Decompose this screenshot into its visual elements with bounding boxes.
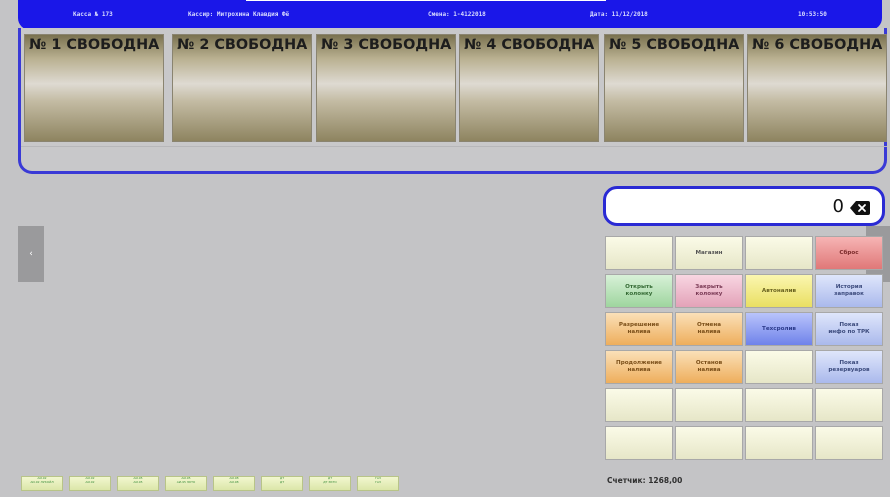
pump-1[interactable]: № 1 СВОБОДНА — [24, 34, 164, 142]
fuel-shortcut-2[interactable]: АИ-92 АИ-92 — [69, 476, 111, 491]
status-bar-highlight — [246, 0, 606, 1]
close-pump-button[interactable]: Закрыть колонку — [675, 274, 743, 308]
backspace-icon[interactable] — [850, 201, 870, 215]
pump-5[interactable]: № 5 СВОБОДНА — [604, 34, 744, 142]
fuel-shortcut-5[interactable]: АИ-98 АИ-98 — [213, 476, 255, 491]
pump-4[interactable]: № 4 СВОБОДНА — [459, 34, 599, 142]
pump-2-title: № 2 СВОБОДНА — [177, 37, 308, 53]
resume-fill-button[interactable]: Продолжение налива — [605, 350, 673, 384]
show-tanks-button[interactable]: Показ резервуаров — [815, 350, 883, 384]
amount-display[interactable]: 0 — [603, 186, 885, 226]
shift-number: Смена: 1-4122018 — [428, 11, 486, 18]
fuel-shortcut-3[interactable]: АИ-95 АИ-95 — [117, 476, 159, 491]
prev-page-button[interactable]: ‹ — [18, 226, 44, 282]
fuel-shortcut-6[interactable]: ДТ ДТ — [261, 476, 303, 491]
key-empty-3[interactable] — [745, 236, 813, 270]
pump-info-button[interactable]: Показ инфо по ТРК — [815, 312, 883, 346]
fuel-history-button[interactable]: История заправок — [815, 274, 883, 308]
fuel-shortcut-8[interactable]: ГАЗ ГАЗ — [357, 476, 399, 491]
key-empty-19[interactable] — [745, 388, 813, 422]
cashier-name: Кассир: Митрохина Клавдия Фё — [188, 11, 290, 18]
pump-3-title: № 3 СВОБОДНА — [321, 37, 452, 53]
cancel-fill-button[interactable]: Отмена налива — [675, 312, 743, 346]
pump-1-title: № 1 СВОБОДНА — [29, 37, 160, 53]
current-date: Дата: 11/12/2018 — [590, 11, 648, 18]
fuel-counter: Счетчик: 1268,00 — [607, 476, 683, 485]
register-number: Касса № 173 — [73, 11, 113, 18]
key-empty-22[interactable] — [675, 426, 743, 460]
pumps-divider — [21, 146, 887, 147]
amount-value: 0 — [832, 196, 844, 217]
key-empty-18[interactable] — [675, 388, 743, 422]
pumps-panel: № 1 СВОБОДНА № 2 СВОБОДНА № 3 СВОБОДНА №… — [18, 28, 887, 174]
pump-4-title: № 4 СВОБОДНА — [464, 37, 595, 53]
shop-button[interactable]: Магазин — [675, 236, 743, 270]
chevron-left-icon: ‹ — [29, 249, 33, 259]
key-empty-23[interactable] — [745, 426, 813, 460]
key-empty-17[interactable] — [605, 388, 673, 422]
key-empty-21[interactable] — [605, 426, 673, 460]
fuel-shortcut-4[interactable]: АИ-95 АИ-95 ЭКТО — [165, 476, 207, 491]
pump-6-title: № 6 СВОБОДНА — [752, 37, 883, 53]
pump-2[interactable]: № 2 СВОБОДНА — [172, 34, 312, 142]
key-empty-24[interactable] — [815, 426, 883, 460]
reset-button[interactable]: Сброс — [815, 236, 883, 270]
key-empty-20[interactable] — [815, 388, 883, 422]
status-bar: Касса № 173 Кассир: Митрохина Клавдия Фё… — [18, 0, 882, 30]
pump-5-title: № 5 СВОБОДНА — [609, 37, 740, 53]
fuel-shortcut-1[interactable]: АИ-92 АИ-92 ЛУКОЙЛ — [21, 476, 63, 491]
current-time: 10:53:50 — [798, 11, 827, 18]
allow-fill-button[interactable]: Разрешение налива — [605, 312, 673, 346]
tech-drain-button[interactable]: Техсролив — [745, 312, 813, 346]
auto-fill-button[interactable]: Автоналив — [745, 274, 813, 308]
fuel-shortcut-7[interactable]: ДТ ДТ ЭКТО — [309, 476, 351, 491]
stop-fill-button[interactable]: Останов налива — [675, 350, 743, 384]
pump-6[interactable]: № 6 СВОБОДНА — [747, 34, 887, 142]
key-empty-15[interactable] — [745, 350, 813, 384]
pump-3[interactable]: № 3 СВОБОДНА — [316, 34, 456, 142]
open-pump-button[interactable]: Открыть колонку — [605, 274, 673, 308]
key-empty-1[interactable] — [605, 236, 673, 270]
